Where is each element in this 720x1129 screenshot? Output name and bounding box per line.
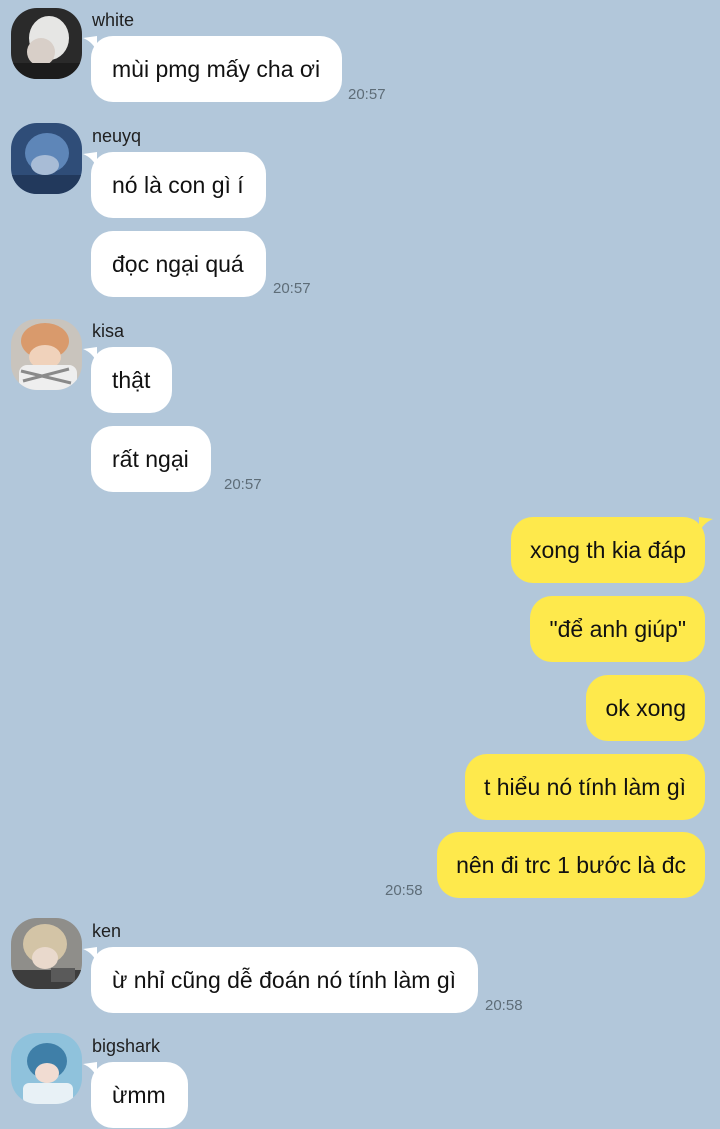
profile-photo-icon bbox=[11, 319, 82, 390]
avatar-ken[interactable] bbox=[11, 918, 82, 989]
bubble-tail bbox=[83, 36, 97, 52]
message-bubble[interactable]: đọc ngại quá bbox=[91, 231, 266, 297]
bubble-tail bbox=[83, 347, 97, 363]
message-text: thật bbox=[112, 366, 151, 393]
sender-name: ken bbox=[92, 921, 122, 941]
avatar-bigshark[interactable] bbox=[11, 1033, 82, 1104]
bubble-tail bbox=[699, 517, 713, 533]
message-text: đọc ngại quá bbox=[112, 250, 244, 277]
sender-name: kisa bbox=[92, 321, 125, 341]
avatar-kisa[interactable] bbox=[11, 319, 82, 390]
message-bubble[interactable]: ừ nhỉ cũng dễ đoán nó tính làm gì bbox=[83, 947, 479, 1013]
avatar-white[interactable] bbox=[11, 8, 82, 79]
bubble-tail bbox=[83, 1062, 97, 1078]
sender-name: bigshark bbox=[92, 1036, 161, 1056]
message-bubble[interactable]: ừmm bbox=[83, 1062, 188, 1128]
message-bubble[interactable]: nó là con gì í bbox=[83, 152, 266, 218]
message-timestamp: 20:57 bbox=[224, 476, 262, 493]
message-text: nó là con gì í bbox=[112, 171, 244, 198]
message-bubble-outgoing[interactable]: nên đi trc 1 bước là đc bbox=[437, 832, 705, 898]
message-timestamp: 20:58 bbox=[385, 882, 423, 899]
avatar-neuyq[interactable] bbox=[11, 123, 82, 194]
message-bubble[interactable]: thật bbox=[83, 347, 173, 413]
bubble-tail bbox=[83, 947, 97, 963]
message-bubble-outgoing[interactable]: xong th kia đáp bbox=[510, 517, 713, 583]
profile-photo-icon bbox=[11, 8, 82, 79]
message-bubble[interactable]: rất ngại bbox=[91, 426, 211, 492]
sender-name: neuyq bbox=[92, 126, 142, 146]
message-timestamp: 20:57 bbox=[273, 280, 311, 297]
message-text: t hiểu nó tính làm gì bbox=[483, 773, 686, 800]
message-text: ừmm bbox=[112, 1081, 166, 1108]
message-text: ok xong bbox=[605, 694, 686, 721]
message-bubble-outgoing[interactable]: ok xong bbox=[586, 675, 705, 741]
message-text: rất ngại bbox=[112, 445, 189, 472]
message-text: ừ nhỉ cũng dễ đoán nó tính làm gì bbox=[112, 966, 457, 993]
message-bubble[interactable]: mùi pmg mấy cha ơi bbox=[83, 36, 343, 102]
bubble-tail bbox=[83, 152, 97, 168]
profile-photo-icon bbox=[11, 1033, 82, 1104]
message-text: nên đi trc 1 bước là đc bbox=[456, 851, 686, 878]
message-bubble-outgoing[interactable]: "để anh giúp" bbox=[530, 596, 705, 662]
message-text: "để anh giúp" bbox=[549, 615, 686, 642]
message-timestamp: 20:57 bbox=[348, 86, 386, 103]
sender-name: white bbox=[92, 10, 135, 30]
message-bubble-outgoing[interactable]: t hiểu nó tính làm gì bbox=[464, 754, 705, 820]
message-text: mùi pmg mấy cha ơi bbox=[112, 55, 321, 82]
message-text: xong th kia đáp bbox=[529, 536, 686, 563]
profile-photo-icon bbox=[11, 918, 82, 989]
message-timestamp: 20:58 bbox=[485, 997, 523, 1014]
profile-photo-icon bbox=[11, 123, 82, 194]
